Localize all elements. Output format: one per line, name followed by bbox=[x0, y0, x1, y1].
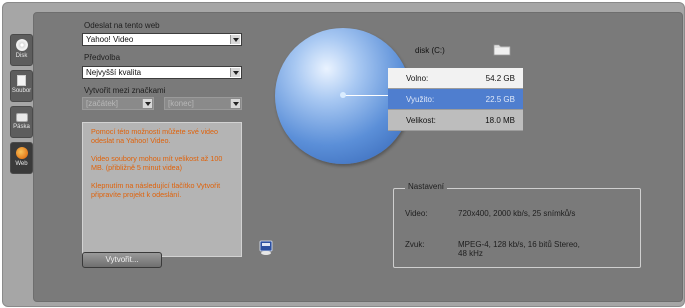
disk-info-table: Volno: 54.2 GB Využito: 22.5 GB Velikost… bbox=[388, 68, 523, 131]
tab-disk[interactable]: Disk bbox=[10, 34, 33, 66]
video-label: Video: bbox=[405, 209, 428, 218]
disk-size-row: Velikost: 18.0 MB bbox=[388, 110, 523, 131]
start-marker-value: [začátek] bbox=[86, 99, 119, 108]
tab-tape-label: Páska bbox=[13, 124, 30, 130]
send-to-label: Odeslat na tento web bbox=[84, 21, 160, 30]
settings-group bbox=[393, 188, 641, 268]
audio-value-2: 48 kHz bbox=[458, 249, 483, 258]
info-paragraph: Video soubory mohou mít velikost až 100 … bbox=[91, 154, 223, 172]
audio-value: MPEG-4, 128 kb/s, 16 bitů Stereo, bbox=[458, 240, 580, 249]
disk-used-label: Využito: bbox=[406, 94, 435, 104]
preset-select[interactable]: Nejvyšší kvalita bbox=[82, 66, 242, 79]
settings-legend: Nastavení bbox=[405, 182, 448, 191]
globe-icon bbox=[15, 147, 28, 159]
end-marker-value: [konec] bbox=[168, 99, 194, 108]
info-paragraph: Pomocí této možnosti můžete své video od… bbox=[91, 127, 219, 145]
start-marker-select: [začátek] bbox=[82, 97, 154, 110]
disk-free-row: Volno: 54.2 GB bbox=[388, 68, 523, 89]
disk-free-label: Volno: bbox=[406, 73, 429, 83]
tab-file[interactable]: Soubor bbox=[10, 70, 33, 102]
site-select-value: Yahoo! Video bbox=[86, 35, 134, 44]
disk-free-value: 54.2 GB bbox=[485, 73, 515, 83]
tab-file-label: Soubor bbox=[11, 88, 32, 94]
file-icon bbox=[17, 75, 26, 86]
tab-web[interactable]: Web bbox=[10, 142, 33, 174]
folder-icon[interactable] bbox=[493, 42, 511, 56]
tape-icon bbox=[15, 113, 28, 122]
create-button[interactable]: Vytvořit... bbox=[82, 252, 162, 268]
info-box: Pomocí této možnosti můžete své video od… bbox=[82, 122, 242, 257]
disk-title: disk (C:) bbox=[415, 46, 445, 55]
pie-pointer-dot bbox=[340, 92, 346, 98]
tab-tape[interactable]: Páska bbox=[10, 106, 33, 138]
chevron-down-icon bbox=[142, 99, 152, 108]
audio-label: Zvuk: bbox=[405, 240, 425, 249]
disc-icon bbox=[15, 39, 28, 51]
chevron-down-icon bbox=[230, 99, 240, 108]
tab-web-label: Web bbox=[15, 161, 28, 167]
end-marker-select: [konec] bbox=[164, 97, 242, 110]
video-value: 720x400, 2000 kb/s, 25 snímků/s bbox=[458, 209, 576, 218]
tab-disk-label: Disk bbox=[15, 53, 28, 59]
disk-size-value: 18.0 MB bbox=[485, 115, 515, 125]
markers-label: Vytvořit mezi značkami bbox=[84, 86, 166, 95]
preset-select-value: Nejvyšší kvalita bbox=[86, 68, 142, 77]
chevron-down-icon[interactable] bbox=[230, 68, 240, 77]
info-paragraph: Klepnutím na následující tlačítko Vytvoř… bbox=[91, 181, 221, 199]
site-select[interactable]: Yahoo! Video bbox=[82, 33, 242, 46]
output-tabs: Disk Soubor Páska Web bbox=[10, 34, 33, 178]
preset-label: Předvolba bbox=[84, 53, 121, 62]
disk-used-row: Využito: 22.5 GB bbox=[388, 89, 523, 110]
web-upload-icon bbox=[259, 240, 273, 255]
disk-size-label: Velikost: bbox=[406, 115, 436, 125]
disk-used-value: 22.5 GB bbox=[485, 94, 515, 104]
chevron-down-icon[interactable] bbox=[230, 35, 240, 44]
